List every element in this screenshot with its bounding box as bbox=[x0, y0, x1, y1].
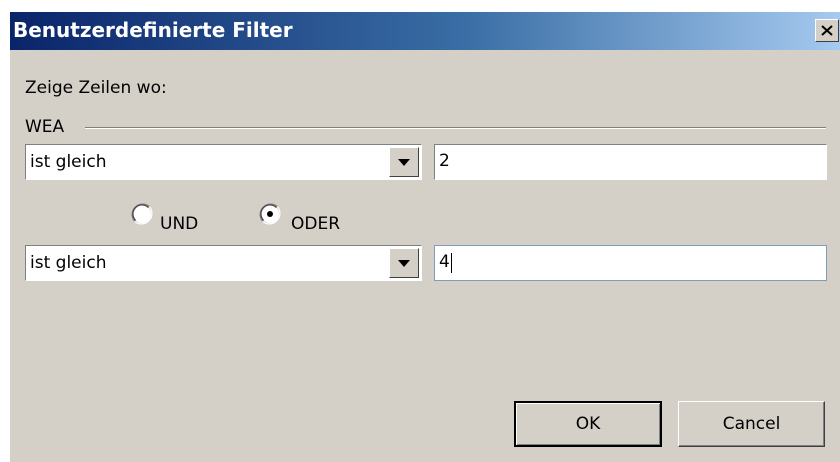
condition2-dropdown-button[interactable] bbox=[389, 248, 419, 278]
text-caret bbox=[451, 253, 452, 273]
cancel-button-label: Cancel bbox=[722, 414, 781, 434]
condition1-value-text: 2 bbox=[439, 151, 450, 171]
or-label: ODER bbox=[291, 214, 341, 234]
condition2-value-text: 4 bbox=[439, 252, 450, 272]
and-radio[interactable] bbox=[131, 203, 153, 225]
title-bar: Benutzerdefinierte Filter bbox=[10, 12, 840, 50]
condition2-operator-select[interactable]: ist gleich bbox=[25, 245, 422, 281]
ok-button[interactable]: OK bbox=[514, 401, 662, 447]
ok-button-label: OK bbox=[575, 414, 601, 434]
chevron-down-icon bbox=[398, 259, 410, 267]
condition2-operator-value: ist gleich bbox=[30, 253, 107, 273]
custom-filter-dialog: Benutzerdefinierte Filter Zeige Zeilen w… bbox=[9, 12, 840, 462]
condition1-operator-value: ist gleich bbox=[30, 152, 107, 172]
chevron-down-icon bbox=[398, 158, 410, 166]
and-label: UND bbox=[160, 214, 199, 234]
condition1-value-input[interactable]: 2 bbox=[434, 144, 827, 180]
close-button[interactable] bbox=[815, 19, 839, 42]
group-divider bbox=[85, 127, 826, 129]
condition2-value-input[interactable]: 4 bbox=[434, 245, 827, 281]
condition1-dropdown-button[interactable] bbox=[389, 147, 419, 177]
close-icon bbox=[821, 25, 833, 36]
or-radio[interactable] bbox=[259, 203, 281, 225]
column-name-label: WEA bbox=[25, 117, 65, 137]
dialog-title: Benutzerdefinierte Filter bbox=[13, 18, 293, 42]
filter-prompt-label: Zeige Zeilen wo: bbox=[25, 78, 167, 98]
condition1-operator-select[interactable]: ist gleich bbox=[25, 144, 422, 180]
cancel-button[interactable]: Cancel bbox=[678, 401, 825, 447]
